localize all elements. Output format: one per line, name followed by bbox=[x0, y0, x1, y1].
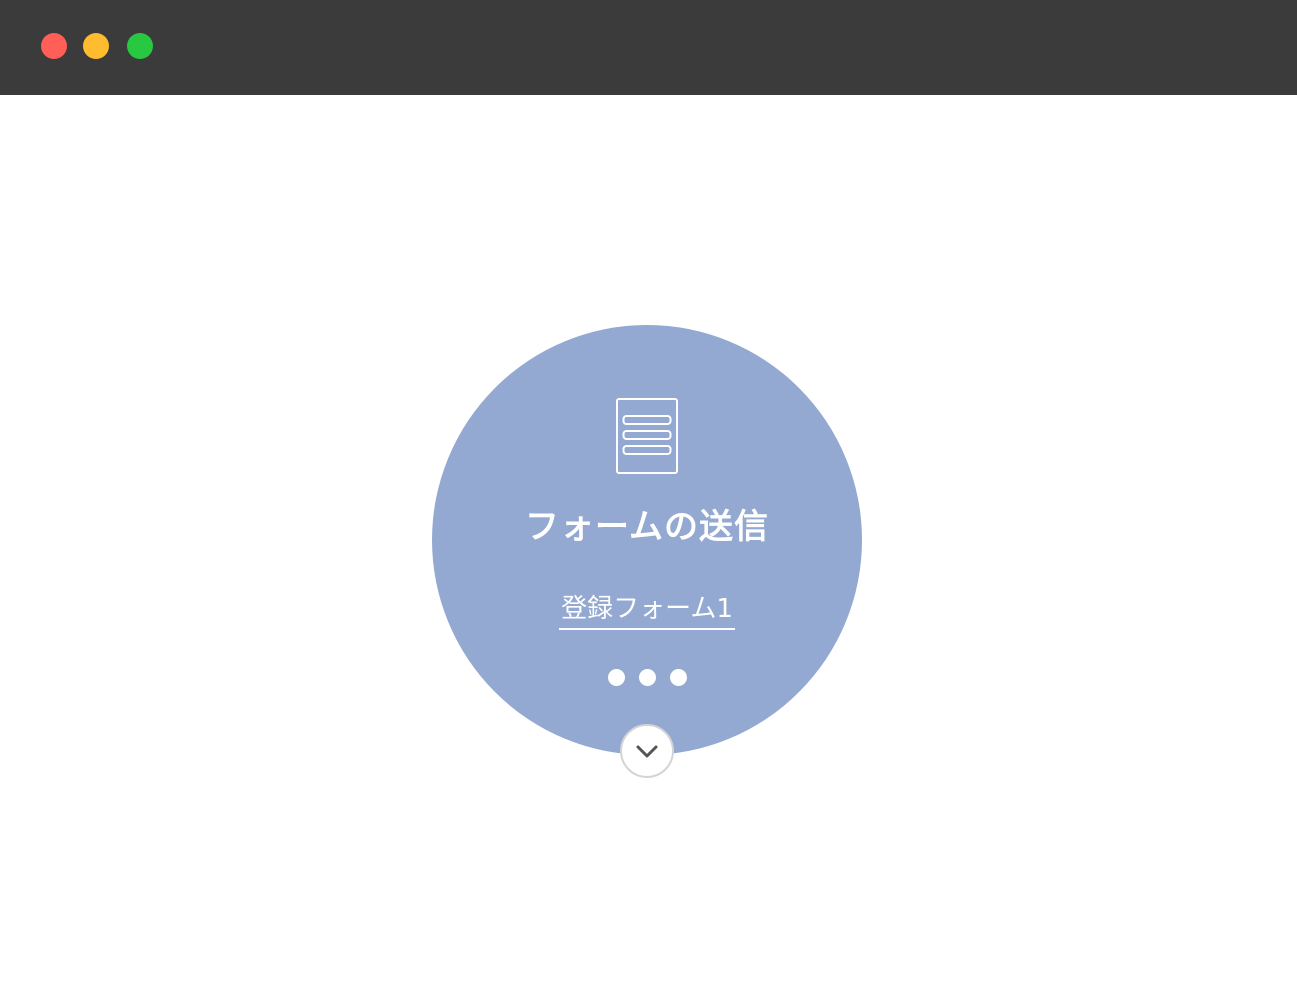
window-titlebar bbox=[0, 0, 1297, 95]
ellipsis-dot-icon bbox=[639, 669, 656, 686]
expand-button[interactable] bbox=[620, 724, 674, 778]
more-options-button[interactable] bbox=[602, 666, 694, 690]
form-link[interactable]: 登録フォーム1 bbox=[559, 592, 735, 630]
node-title: フォームの送信 bbox=[525, 507, 769, 547]
ellipsis-dot-icon bbox=[670, 669, 687, 686]
ellipsis-dot-icon bbox=[608, 669, 625, 686]
chevron-down-icon bbox=[636, 745, 658, 758]
form-document-icon bbox=[616, 398, 678, 474]
window-close-button[interactable] bbox=[41, 33, 67, 59]
node-form-link-wrapper: 登録フォーム1 bbox=[432, 592, 862, 630]
window-maximize-button[interactable] bbox=[127, 33, 153, 59]
window-minimize-button[interactable] bbox=[83, 33, 109, 59]
